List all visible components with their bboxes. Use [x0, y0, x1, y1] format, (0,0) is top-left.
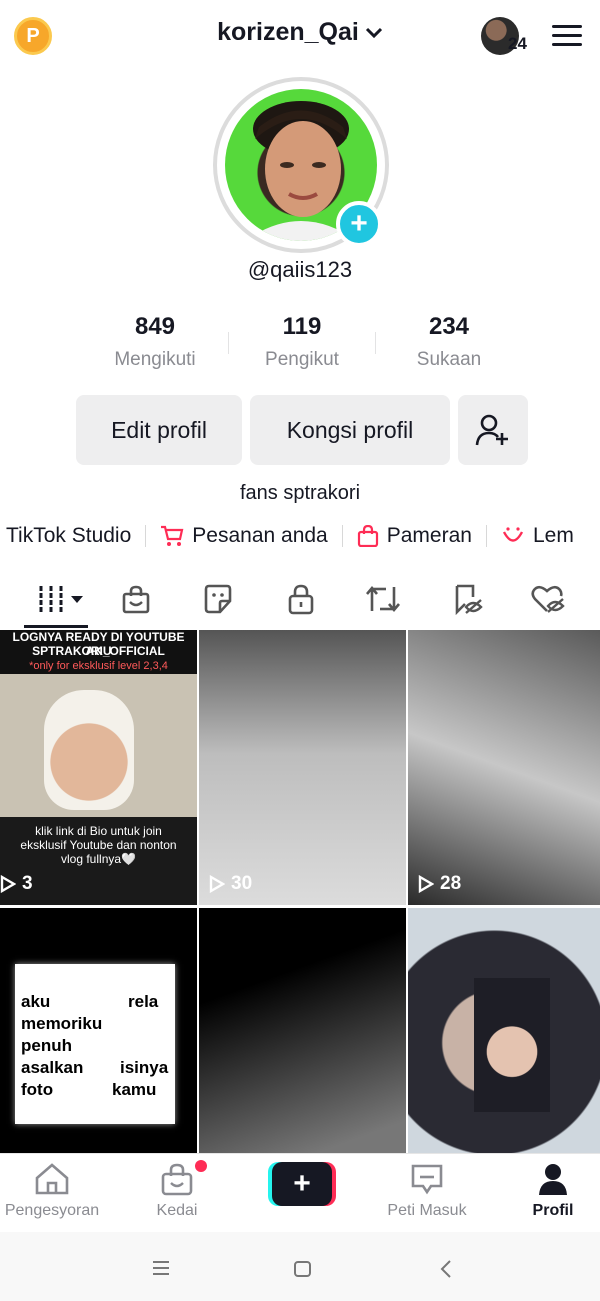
- tab-reposts[interactable]: [365, 581, 401, 617]
- nav-label: Profil: [532, 1202, 574, 1219]
- view-count: 30: [209, 873, 252, 895]
- tab-saved-hidden[interactable]: [450, 581, 486, 617]
- video-thumbnail-person: [44, 690, 134, 810]
- shortcut-divider: [341, 525, 343, 547]
- nav-label: Kedai: [156, 1202, 198, 1219]
- stat-followers[interactable]: 119 Pengikut: [227, 313, 377, 371]
- tab-private[interactable]: [283, 581, 319, 617]
- video-caption-top2: SPTRAKORI_OFFICIAL: [32, 644, 165, 658]
- shortcut-more[interactable]: Lem: [501, 524, 574, 548]
- notification-dot: [195, 1160, 207, 1172]
- create-button[interactable]: +: [268, 1162, 336, 1206]
- shortcut-showcase[interactable]: Pameran: [357, 524, 472, 548]
- video-tile[interactable]: [199, 908, 406, 1153]
- tab-videos[interactable]: [38, 581, 84, 617]
- edit-profile-button[interactable]: Edit profil: [76, 395, 242, 465]
- stat-value: 234: [428, 313, 470, 340]
- video-caption-note: *only for eksklusif level 2,3,4: [29, 660, 168, 672]
- add-user-icon: [475, 414, 508, 446]
- video-caption-bottom: klik link di Bio untuk join eksklusif Yo…: [20, 824, 177, 866]
- stat-value: 119: [282, 313, 322, 340]
- recents-icon[interactable]: [151, 1260, 171, 1276]
- shortcut-label: TikTok Studio: [6, 524, 132, 547]
- back-icon[interactable]: [438, 1259, 454, 1279]
- lock-icon: [288, 584, 314, 615]
- profile-icon: [539, 1164, 567, 1195]
- video-tile[interactable]: 30: [199, 630, 406, 905]
- add-friends-button[interactable]: [458, 395, 528, 465]
- shortcut-tiktok-studio[interactable]: TikTok Studio: [6, 524, 131, 548]
- menu-icon[interactable]: [552, 25, 582, 47]
- share-profile-button[interactable]: Kongsi profil: [250, 395, 450, 465]
- stat-label: Sukaan: [416, 349, 482, 370]
- inbox-icon: [411, 1164, 443, 1195]
- shortcut-orders[interactable]: Pesanan anda: [160, 524, 328, 548]
- video-tile[interactable]: 28: [408, 630, 600, 905]
- tab-liked-hidden[interactable]: [530, 581, 566, 617]
- stat-likes[interactable]: 234 Sukaan: [374, 313, 524, 371]
- shortcut-divider: [485, 525, 487, 547]
- view-count: 3: [0, 873, 33, 895]
- text-card: aku rela memoriku penuh asalkan isinya f…: [15, 964, 175, 1124]
- play-icon: [418, 875, 434, 893]
- stat-label: Mengikuti: [114, 349, 196, 370]
- sticker-icon: [204, 584, 232, 614]
- system-navigation-bar: [0, 1232, 600, 1301]
- play-icon: [0, 875, 16, 893]
- profile-bio: fans sptrakori: [239, 482, 361, 504]
- video-tile[interactable]: [408, 908, 600, 1153]
- nav-shop[interactable]: Kedai: [117, 1162, 237, 1220]
- chevron-down-icon: [365, 28, 382, 39]
- cart-icon: [161, 525, 184, 546]
- plus-icon: +: [272, 1162, 332, 1206]
- stat-following[interactable]: 849 Mengikuti: [80, 313, 230, 371]
- nav-label: Pengesyoran: [4, 1202, 100, 1219]
- home-icon: [35, 1163, 69, 1195]
- nav-profile[interactable]: Profil: [493, 1162, 600, 1220]
- repost-icon: [366, 585, 400, 613]
- shop-bag-icon: [161, 1163, 193, 1196]
- hidden-heart-icon: [531, 585, 565, 613]
- shortcut-divider: [145, 525, 147, 547]
- username: korizen_Qai: [217, 18, 359, 46]
- shopping-bag-icon: [357, 525, 378, 547]
- visitor-count: 24: [508, 34, 527, 53]
- video-tile[interactable]: LOGNYA READY DI YOUTUBE AKU SPTRAKORI_OF…: [0, 630, 197, 905]
- shop-icon: [122, 585, 150, 614]
- video-tile[interactable]: aku rela memoriku penuh asalkan isinya f…: [0, 908, 197, 1153]
- home-button-icon[interactable]: [293, 1259, 313, 1279]
- active-tab-indicator: [24, 625, 88, 628]
- shortcut-label: Lem: [532, 524, 574, 547]
- stat-label: Pengikut: [265, 349, 339, 370]
- shortcut-row: TikTok Studio Pesanan anda Pameran Lem: [6, 521, 588, 551]
- tab-stickers[interactable]: [200, 581, 236, 617]
- add-story-button[interactable]: +: [336, 201, 382, 247]
- play-icon: [209, 875, 225, 893]
- view-count: 28: [418, 873, 461, 895]
- videos-grid-icon: [39, 586, 83, 612]
- tab-shop[interactable]: [118, 581, 154, 617]
- stat-value: 849: [134, 313, 176, 340]
- nav-label: Peti Masuk: [387, 1202, 467, 1219]
- content-tabs: [0, 575, 600, 627]
- shortcut-label: Pameran: [386, 524, 472, 547]
- smile-icon: [502, 527, 524, 542]
- profile-handle: @qaiis123: [247, 257, 353, 282]
- shortcut-label: Pesanan anda: [192, 524, 328, 547]
- nav-inbox[interactable]: Peti Masuk: [367, 1162, 487, 1220]
- nav-home[interactable]: Pengesyoran: [0, 1162, 112, 1220]
- hidden-tag-icon: [455, 584, 483, 615]
- video-thumbnail-inset: [474, 978, 550, 1112]
